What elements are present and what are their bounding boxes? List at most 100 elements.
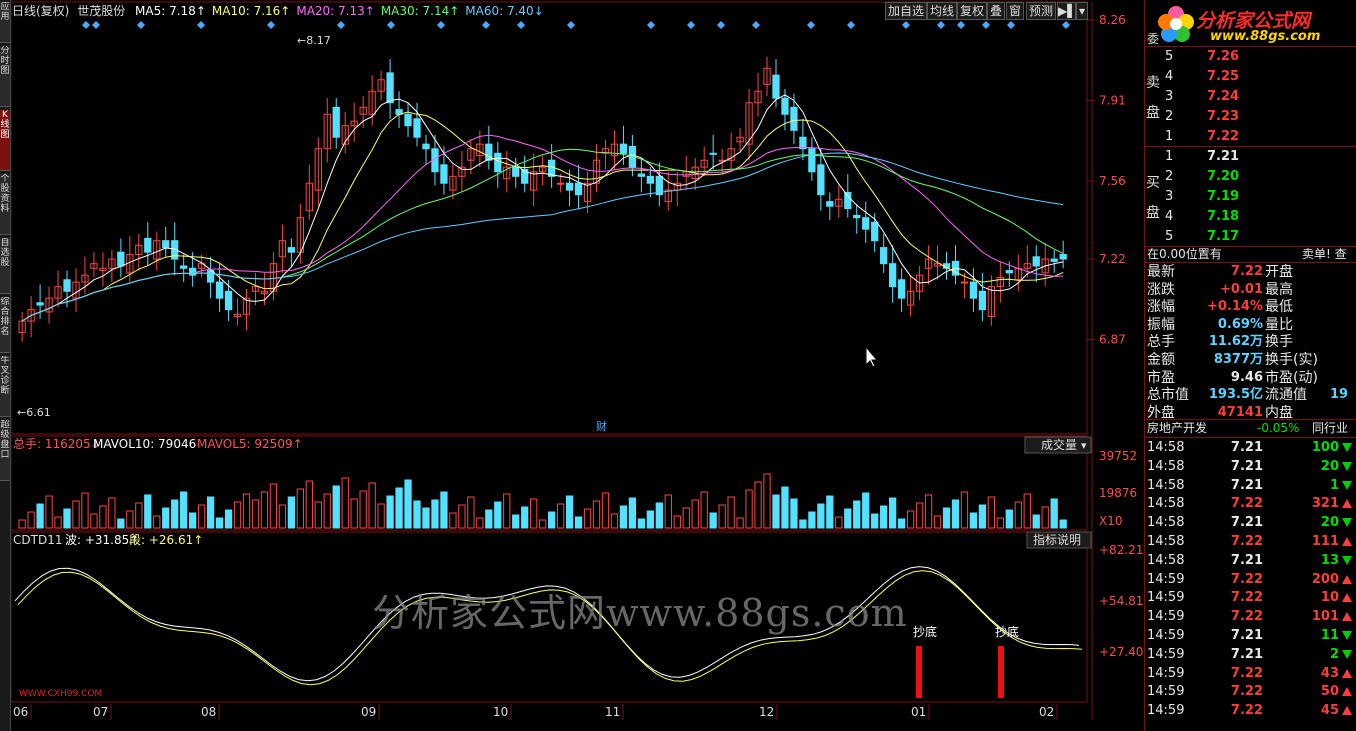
volume-bar [682,507,690,529]
quote-right-label-5: 换手(实) [1265,352,1318,368]
quote-right-label-7: 流通值 [1265,387,1307,404]
arrow-up-icon [1342,668,1352,678]
volume-bar [808,511,816,529]
tick-row: 14:58 7.21 20 [1147,457,1354,476]
nav-arrow-icon[interactable]: ▶▌ [1057,2,1076,20]
tick-price: 7.22 [1230,496,1263,512]
volume-bar [853,500,861,529]
price-axis-label-2: 7.56 [1099,174,1126,188]
buy-price-2: 7.20 [1207,169,1240,184]
price-pane [11,1,1088,435]
volume-bar [915,502,924,529]
indicator-axis-label-0: +82.21 [1099,543,1143,557]
event-marker-icon [687,21,695,29]
toolbar-button-1[interactable]: 均线 [927,2,958,20]
quote-value-3: 0.69% [1217,316,1263,332]
quote-value-4: 11.62万 [1208,334,1263,350]
candle [637,173,646,177]
toolbar-button-3[interactable]: 叠 [987,2,1006,20]
volume-bar [933,515,942,529]
left-tab-5[interactable]: 综合排名 [0,297,10,353]
watermark: 分析家公式网www.88gs.com [372,591,908,635]
candle [494,152,502,173]
quote-right-label-2: 最低 [1265,299,1293,316]
left-tab-7[interactable]: 超级盘口 [0,420,10,481]
indicator-axis-label-1: +54.81 [1099,594,1143,608]
tick-row: 14:59 7.22 43 [1147,664,1354,683]
volume-bar [485,509,493,529]
volume-title: 总手: 116205↓ [13,437,101,451]
candle [772,74,780,99]
left-tab-1[interactable]: 分时图 [0,46,10,107]
toolbar-button-2[interactable]: 复权 [957,2,988,20]
event-marker-icon [482,21,490,29]
volume-bar [646,510,654,529]
toolbar-button-0[interactable]: 加自选 [885,2,928,20]
arrow-up-icon [1342,706,1352,716]
candle [144,237,152,253]
volume-bar [494,501,502,529]
sector-peers-button[interactable]: 同行业 [1312,419,1348,437]
buy-price-1: 7.21 [1207,149,1240,164]
volume-bar [422,507,430,529]
candle [422,143,430,150]
tick-time: 14:59 [1147,684,1185,700]
sector-name[interactable]: 房地产开发 [1147,419,1207,437]
volume-bar [162,507,170,529]
quote-right-label-0: 开盘 [1265,264,1293,280]
volume-bar [180,491,188,529]
candle [224,290,233,311]
volume-bar [54,516,62,529]
volume-bar [413,500,421,529]
tick-row: 14:59 7.21 2 [1147,645,1354,664]
period-label[interactable]: 日线(复权) [12,4,69,18]
volume-bar [449,512,457,529]
event-marker-icon [847,21,855,29]
price-axis-label-3: 7.22 [1099,252,1126,266]
position-link[interactable]: 卖单! 查 [1302,245,1347,263]
sell-price-1: 7.22 [1207,129,1240,144]
volume-bar [323,493,331,529]
quote-right-label-6: 市盈(动) [1265,369,1318,386]
left-tab-2[interactable]: K线图 [0,110,10,171]
left-tab-6[interactable]: 牛叉诊断 [0,356,10,417]
event-marker-icon [197,21,205,29]
volume-bar [269,483,278,529]
candle [215,281,224,299]
volume-bar [189,512,197,529]
left-tab-4[interactable]: 自选股 [0,238,10,294]
menu-dropdown-icon[interactable]: ▾ [1076,2,1088,20]
volume-bar [709,512,717,529]
volume-bar [1014,501,1022,529]
candle [36,302,44,306]
tick-time: 14:59 [1147,609,1185,625]
candle [287,247,296,253]
buy-level-1: 1 [1165,149,1174,164]
volume-bar [197,504,206,529]
tick-volume: 321 [1311,496,1339,512]
left-tab-3[interactable]: 个股资料 [0,174,10,235]
logo-url: www.88gs.com [1210,29,1321,44]
month-label-3: 09 [361,705,376,719]
tick-price: 7.21 [1230,552,1263,568]
tick-volume: 20 [1320,458,1339,474]
volume-bar [619,505,628,529]
sell-label-1: 卖 [1146,75,1160,91]
quote-right-label-4: 换手 [1265,334,1293,351]
event-marker-icon [92,21,100,29]
sell-price-5: 7.26 [1207,49,1240,64]
candle [880,247,888,265]
buy-price-5: 7.17 [1207,229,1240,244]
candle [817,164,825,196]
candle [404,113,412,127]
volume-bar [350,498,358,529]
volume-bar [844,508,852,529]
left-tab-0[interactable]: 应用 [0,2,10,43]
toolbar-button-5[interactable]: 预测 [1026,2,1057,20]
event-marker-icon [717,21,725,29]
toolbar-button-4[interactable]: 窗 [1006,2,1025,20]
volume-bar [754,481,762,529]
buy-level-5: 5 [1165,229,1174,244]
event-marker-icon [1007,21,1015,29]
volume-bar [718,504,726,529]
